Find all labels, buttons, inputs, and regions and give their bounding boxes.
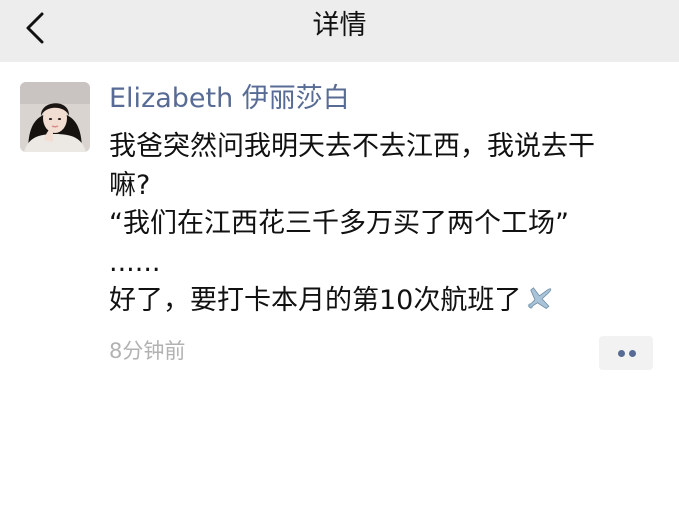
post-text: 我爸突然问我明天去不去江西，我说去干 嘛? “我们在江西花三千多万买了两个工场”… bbox=[109, 128, 654, 321]
moment-post: Elizabeth 伊丽莎白 我爸突然问我明天去不去江西，我说去干 嘛? “我们… bbox=[0, 62, 679, 525]
post-text-line: 好了，要打卡本月的第10次航班了 bbox=[109, 285, 522, 316]
page-title: 详情 bbox=[312, 10, 367, 41]
post-text-line: 我爸突然问我明天去不去江西，我说去干 bbox=[109, 131, 595, 162]
more-button[interactable] bbox=[599, 336, 653, 370]
post-text-line: “我们在江西花三千多万买了两个工场” bbox=[109, 208, 569, 239]
dot bbox=[629, 350, 636, 357]
dot bbox=[618, 350, 625, 357]
post-text-last-line: 好了，要打卡本月的第10次航班了 bbox=[109, 282, 654, 321]
timestamp: 8分钟前 bbox=[109, 339, 186, 363]
post-text-line: 嘛? bbox=[109, 169, 151, 201]
post-text-line: ...... bbox=[109, 246, 161, 278]
airplane-icon bbox=[523, 282, 557, 314]
username[interactable]: Elizabeth 伊丽莎白 bbox=[109, 82, 350, 116]
avatar[interactable] bbox=[20, 82, 90, 152]
nav-bar: 详情 bbox=[0, 0, 679, 62]
